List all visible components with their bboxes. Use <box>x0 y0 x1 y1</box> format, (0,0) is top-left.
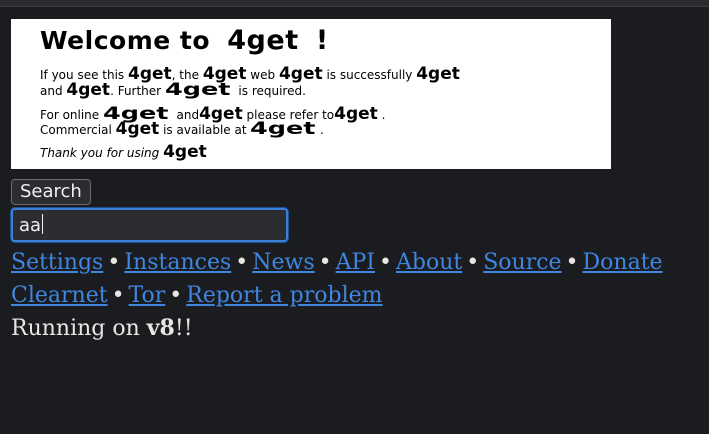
logo-line: Commercial 4get is available at 4get. <box>40 119 324 139</box>
link-separator: • <box>318 250 332 275</box>
link-news[interactable]: News <box>252 250 314 275</box>
logo-title: Welcome to 4get ! <box>40 25 329 56</box>
link-api[interactable]: API <box>336 250 375 275</box>
link-separator: • <box>379 250 392 275</box>
link-separator: • <box>466 250 480 275</box>
link-instances[interactable]: Instances <box>124 250 231 275</box>
logo-image: Welcome to 4get ! If you see this 4get, … <box>11 19 611 169</box>
logo-title-brand: 4get <box>227 25 299 56</box>
link-separator: • <box>565 250 579 275</box>
text-caret <box>42 214 44 234</box>
link-separator: • <box>107 250 121 275</box>
link-report-problem[interactable]: Report a problem <box>186 283 382 308</box>
link-separator: • <box>111 283 125 308</box>
link-settings[interactable]: Settings <box>11 250 103 275</box>
link-donate[interactable]: Donate <box>583 250 663 275</box>
logo-line: and 4get. Further 4get is required. <box>40 80 306 100</box>
link-source[interactable]: Source <box>483 250 561 275</box>
nav-links-primary: Settings • Instances • News • API • About • Source… <box>11 246 698 279</box>
nav-links-secondary: Clearnet • Tor • Report a problem <box>11 279 698 312</box>
logo-title-prefix: Welcome to <box>40 26 211 55</box>
search-input-value: aa <box>19 215 42 236</box>
version-status: Running on v8!! <box>11 315 193 341</box>
page-content: Welcome to 4get ! If you see this 4get, … <box>0 7 709 345</box>
version-number: v8 <box>146 315 175 341</box>
link-separator: • <box>235 250 249 275</box>
top-bar <box>0 0 709 7</box>
logo-title-suffix: ! <box>315 25 329 56</box>
logo-line: Thank you for using 4get <box>40 142 207 162</box>
link-tor[interactable]: Tor <box>129 283 166 308</box>
link-clearnet[interactable]: Clearnet <box>11 283 108 308</box>
link-separator: • <box>169 283 183 308</box>
search-input[interactable]: aa <box>11 208 288 242</box>
search-button[interactable]: Search <box>11 179 91 205</box>
link-about[interactable]: About <box>396 250 462 275</box>
